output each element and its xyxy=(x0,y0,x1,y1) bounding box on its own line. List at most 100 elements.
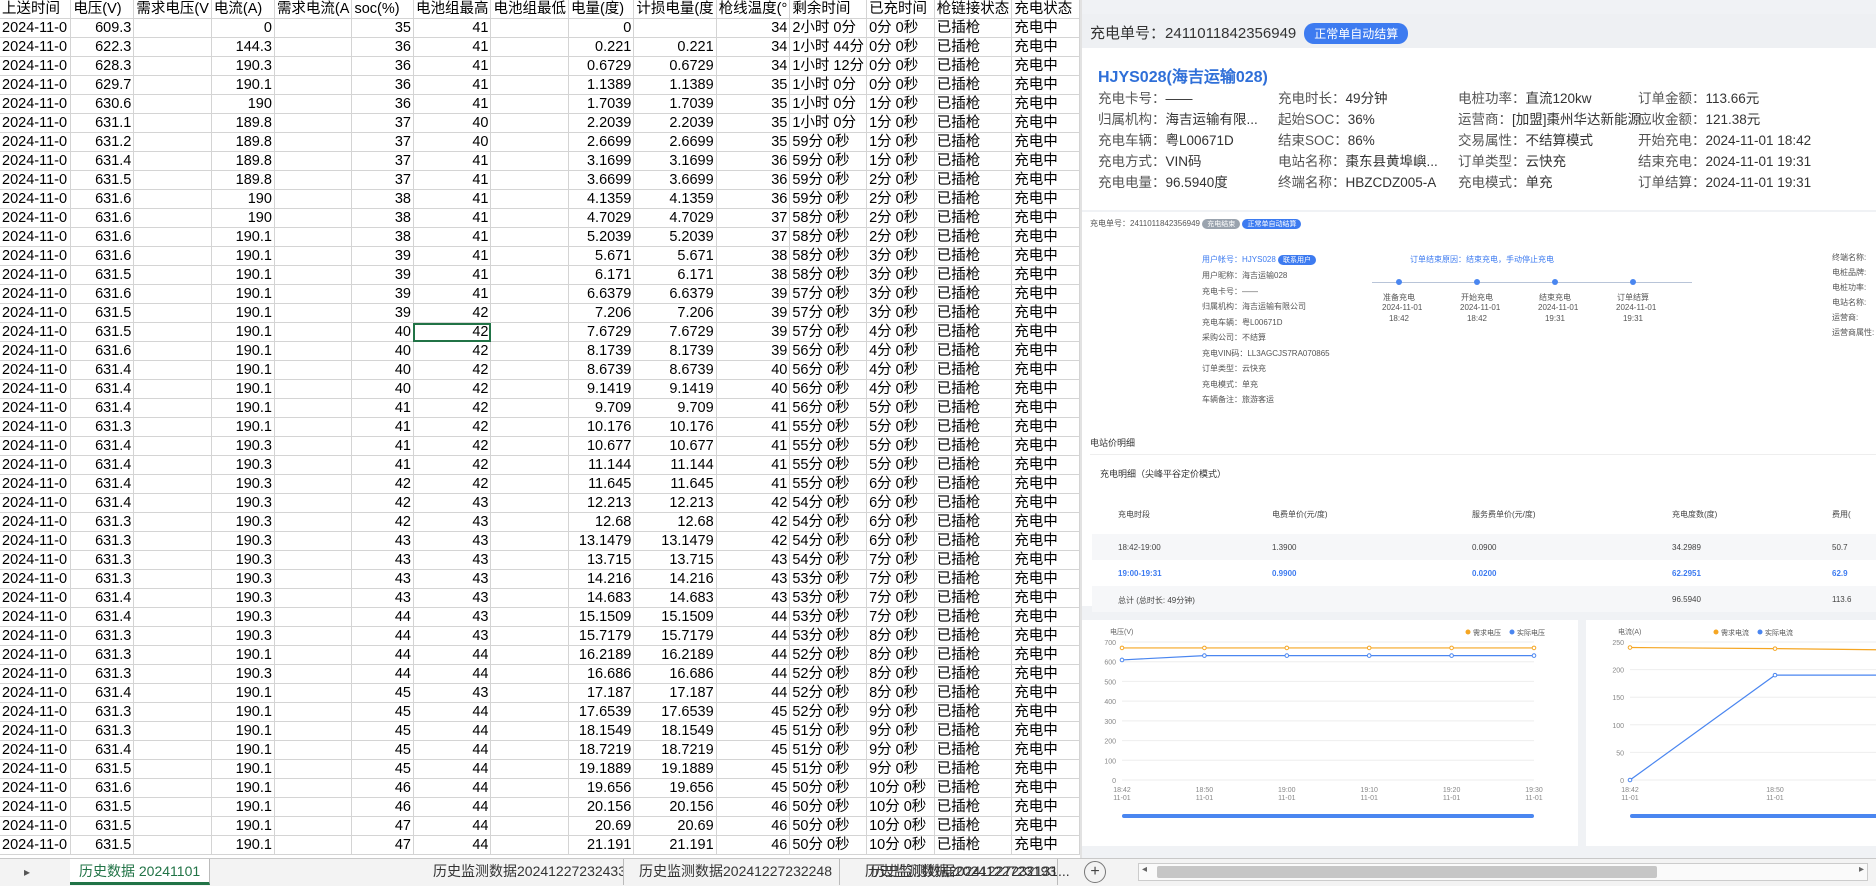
cell[interactable]: 已插枪 xyxy=(934,531,1013,552)
cell[interactable]: 1.7039 xyxy=(568,94,635,115)
cell[interactable]: 1分 0秒 xyxy=(866,132,935,153)
cell[interactable]: 1.7039 xyxy=(633,94,717,115)
cell[interactable]: 11.144 xyxy=(633,455,717,476)
cell[interactable]: 631.4 xyxy=(70,379,135,400)
cell[interactable]: 43 xyxy=(413,683,492,704)
cell[interactable] xyxy=(274,189,353,210)
cell[interactable] xyxy=(274,702,353,723)
cell[interactable]: 190.1 xyxy=(211,265,275,286)
cell[interactable]: 190.3 xyxy=(211,56,275,77)
cell[interactable]: 充电中 xyxy=(1011,607,1080,628)
cell[interactable]: 2024-11-0 xyxy=(0,740,72,761)
column-header[interactable]: 枪链接状态 xyxy=(934,0,1013,20)
cell[interactable]: 9.709 xyxy=(568,398,635,419)
cell[interactable]: 已插枪 xyxy=(934,664,1013,685)
cell[interactable] xyxy=(274,607,353,628)
cell[interactable]: 631.2 xyxy=(70,132,135,153)
cell[interactable] xyxy=(490,360,569,381)
cell[interactable]: 44 xyxy=(351,626,414,647)
add-sheet-icon[interactable]: + xyxy=(1084,861,1106,883)
cell[interactable]: 2024-11-0 xyxy=(0,778,72,799)
cell[interactable]: 42 xyxy=(351,474,414,495)
cell[interactable]: 2024-11-0 xyxy=(0,227,72,248)
cell[interactable]: 5.671 xyxy=(633,246,717,267)
cell[interactable]: 已插枪 xyxy=(934,683,1013,704)
cell[interactable] xyxy=(490,436,569,457)
cell[interactable]: 631.4 xyxy=(70,493,135,514)
cell[interactable]: 已插枪 xyxy=(934,702,1013,723)
cell[interactable] xyxy=(490,569,569,590)
cell[interactable]: 3.1699 xyxy=(633,151,717,172)
cell[interactable] xyxy=(490,645,569,666)
cell[interactable]: 190.1 xyxy=(211,303,275,324)
cell[interactable]: 已插枪 xyxy=(934,227,1013,248)
cell[interactable]: 37 xyxy=(716,208,791,229)
cell[interactable]: 9分 0秒 xyxy=(866,759,935,780)
cell[interactable]: 39 xyxy=(716,303,791,324)
cell[interactable]: 50分 0秒 xyxy=(789,797,868,818)
cell[interactable]: 45 xyxy=(716,759,791,780)
cell[interactable]: 18.7219 xyxy=(568,740,635,761)
cell[interactable]: 4.7029 xyxy=(568,208,635,229)
cell[interactable]: 20.69 xyxy=(633,816,717,837)
tab-scroll-right-icon[interactable]: ▸ xyxy=(18,863,36,881)
cell[interactable]: 51分 0秒 xyxy=(789,759,868,780)
cell[interactable]: 56分 0秒 xyxy=(789,398,868,419)
cell[interactable] xyxy=(133,664,212,685)
cell[interactable] xyxy=(274,303,353,324)
cell[interactable]: 已插枪 xyxy=(934,740,1013,761)
cell[interactable]: 190.1 xyxy=(211,284,275,305)
cell[interactable] xyxy=(490,189,569,210)
cell[interactable] xyxy=(133,740,212,761)
cell[interactable]: 45 xyxy=(351,683,414,704)
cell[interactable]: 190.3 xyxy=(211,455,275,476)
cell[interactable]: 2024-11-0 xyxy=(0,531,72,552)
cell[interactable]: 57分 0秒 xyxy=(789,284,868,305)
cell[interactable] xyxy=(274,569,353,590)
cell[interactable]: 2小时 0分 xyxy=(789,18,868,39)
cell[interactable]: 7.6729 xyxy=(633,322,717,343)
cell[interactable] xyxy=(133,398,212,419)
cell[interactable]: 50分 0秒 xyxy=(789,778,868,799)
cell[interactable]: 42 xyxy=(351,512,414,533)
cell[interactable] xyxy=(133,797,212,818)
cell[interactable]: 631.4 xyxy=(70,455,135,476)
cell[interactable]: 43 xyxy=(413,512,492,533)
cell[interactable]: 35 xyxy=(716,94,791,115)
cell[interactable]: 42 xyxy=(716,493,791,514)
cell[interactable]: 190.3 xyxy=(211,436,275,457)
cell[interactable]: 37 xyxy=(351,113,414,134)
cell[interactable]: 13.715 xyxy=(633,550,717,571)
cell[interactable]: 39 xyxy=(716,322,791,343)
cell[interactable]: 12.68 xyxy=(633,512,717,533)
cell[interactable]: 20.69 xyxy=(568,816,635,837)
cell[interactable] xyxy=(274,816,353,837)
cell[interactable] xyxy=(274,778,353,799)
cell[interactable]: 55分 0秒 xyxy=(789,417,868,438)
scroll-right-icon[interactable]: ▸ xyxy=(1859,864,1864,875)
cell[interactable]: 36 xyxy=(351,75,414,96)
cell[interactable] xyxy=(490,835,569,856)
cell[interactable]: 充电中 xyxy=(1011,759,1080,780)
cell[interactable]: 46 xyxy=(716,835,791,856)
cell[interactable]: 充电中 xyxy=(1011,550,1080,571)
cell[interactable]: 已插枪 xyxy=(934,569,1013,590)
cell[interactable]: 609.3 xyxy=(70,18,135,39)
cell[interactable]: 4分 0秒 xyxy=(866,379,935,400)
cell[interactable]: 3分 0秒 xyxy=(866,303,935,324)
cell[interactable] xyxy=(490,284,569,305)
cell[interactable]: 9分 0秒 xyxy=(866,721,935,742)
cell[interactable]: 已插枪 xyxy=(934,360,1013,381)
cell[interactable]: 631.6 xyxy=(70,284,135,305)
cell[interactable]: 55分 0秒 xyxy=(789,455,868,476)
cell[interactable]: 0 xyxy=(211,18,275,39)
cell[interactable]: 631.5 xyxy=(70,303,135,324)
cell[interactable]: 37 xyxy=(351,132,414,153)
cell[interactable]: 43 xyxy=(716,550,791,571)
cell[interactable]: 15.1509 xyxy=(568,607,635,628)
cell[interactable]: 2024-11-0 xyxy=(0,645,72,666)
cell[interactable]: 6.6379 xyxy=(568,284,635,305)
cell[interactable]: 39 xyxy=(716,284,791,305)
cell[interactable]: 3分 0秒 xyxy=(866,246,935,267)
cell[interactable]: 7.6729 xyxy=(568,322,635,343)
